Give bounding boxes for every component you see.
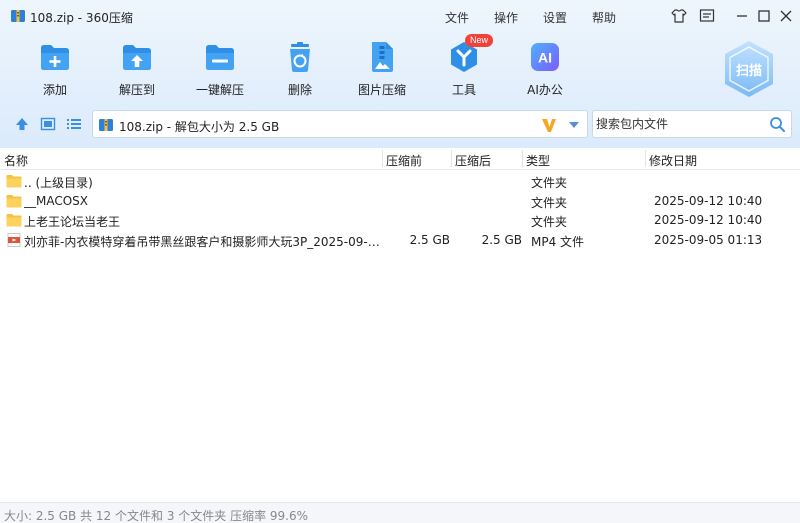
address-path: 108.zip - 解包大小为 2.5 GB bbox=[119, 120, 280, 134]
column-name[interactable]: 名称 bbox=[4, 152, 28, 169]
column-divider[interactable] bbox=[645, 150, 646, 167]
folder-icon bbox=[6, 213, 22, 227]
dropdown-arrow-icon[interactable] bbox=[569, 122, 579, 128]
archive-icon bbox=[98, 117, 114, 133]
file-list-header: 名称 压缩前 压缩后 类型 修改日期 bbox=[0, 148, 800, 170]
delete-icon bbox=[283, 40, 317, 74]
add-label: 添加 bbox=[42, 83, 67, 97]
extract-to-label: 解压到 bbox=[118, 83, 155, 97]
file-name: __MACOSX bbox=[24, 194, 89, 208]
folder-icon bbox=[6, 194, 22, 208]
feedback-icon[interactable] bbox=[698, 7, 716, 25]
folder-icon bbox=[6, 174, 22, 188]
column-packed[interactable]: 压缩后 bbox=[455, 152, 491, 169]
ai-icon-text: AI bbox=[538, 50, 552, 66]
delete-button[interactable]: 删除 bbox=[265, 40, 335, 100]
status-bar: 大小: 2.5 GB 共 12 个文件和 3 个文件夹 压缩率 99.6% bbox=[0, 502, 800, 523]
v-logo-icon[interactable] bbox=[540, 116, 558, 134]
ai-office-label: AI办公 bbox=[527, 83, 563, 97]
column-divider[interactable] bbox=[382, 150, 383, 167]
menu-settings[interactable]: 设置 bbox=[543, 9, 567, 26]
image-compress-button[interactable]: 图片压缩 bbox=[347, 40, 417, 100]
one-click-extract-button[interactable]: 一键解压 bbox=[185, 40, 255, 100]
ai-office-icon: AI bbox=[528, 40, 562, 74]
file-type: 文件夹 bbox=[531, 215, 568, 229]
delete-label: 删除 bbox=[287, 83, 312, 97]
search-icon[interactable] bbox=[769, 116, 786, 133]
skin-icon[interactable] bbox=[670, 7, 688, 25]
extract-to-icon bbox=[120, 40, 154, 74]
image-compress-icon bbox=[365, 40, 399, 74]
new-badge: New bbox=[465, 34, 494, 47]
menu-help[interactable]: 帮助 bbox=[592, 9, 616, 26]
column-size[interactable]: 压缩前 bbox=[386, 152, 422, 169]
file-row[interactable]: 上老王论坛当老王 文件夹 2025-09-12 10:40 bbox=[0, 210, 800, 230]
one-click-extract-icon bbox=[203, 40, 237, 74]
tools-button[interactable]: New 工具 bbox=[429, 34, 499, 100]
search-input[interactable] bbox=[596, 115, 762, 133]
file-name: 刘亦菲-内衣模特穿着吊带黑丝跟客户和摄影师大玩3P_2025-09-05_0..… bbox=[24, 235, 384, 249]
tools-label: 工具 bbox=[451, 83, 476, 97]
file-row[interactable]: .. (上级目录) 文件夹 bbox=[0, 171, 800, 191]
up-level-icon[interactable] bbox=[14, 116, 30, 132]
close-icon[interactable] bbox=[777, 7, 795, 25]
column-divider[interactable] bbox=[451, 150, 452, 167]
menu-operation[interactable]: 操作 bbox=[494, 9, 518, 26]
status-text: 大小: 2.5 GB 共 12 个文件和 3 个文件夹 压缩率 99.6% bbox=[4, 509, 309, 523]
column-date[interactable]: 修改日期 bbox=[649, 152, 697, 169]
ai-office-button[interactable]: AI AI办公 bbox=[510, 40, 580, 100]
thumbnail-view-icon[interactable] bbox=[40, 116, 56, 132]
file-row[interactable]: __MACOSX 文件夹 2025-09-12 10:40 bbox=[0, 191, 800, 211]
maximize-icon[interactable] bbox=[755, 7, 773, 25]
column-divider[interactable] bbox=[522, 150, 523, 167]
menu-file[interactable]: 文件 bbox=[445, 9, 469, 26]
tools-icon: New bbox=[447, 34, 494, 74]
add-icon bbox=[38, 40, 72, 74]
file-type: 文件夹 bbox=[531, 176, 568, 190]
search-box bbox=[592, 110, 792, 138]
column-type[interactable]: 类型 bbox=[526, 152, 550, 169]
extract-to-button[interactable]: 解压到 bbox=[102, 40, 172, 100]
image-compress-label: 图片压缩 bbox=[357, 83, 406, 97]
file-type: 文件夹 bbox=[531, 196, 568, 210]
list-view-icon[interactable] bbox=[66, 116, 82, 132]
app-icon bbox=[10, 8, 26, 24]
file-name: 上老王论坛当老王 bbox=[24, 215, 121, 229]
scan-button[interactable]: 扫描 bbox=[718, 38, 780, 100]
top-panel: 108.zip - 360压缩 文件 操作 设置 帮助 添加 解压到 一键解压 … bbox=[0, 0, 800, 148]
file-date: 2025-09-12 10:40 bbox=[654, 213, 763, 227]
scan-label: 扫描 bbox=[735, 64, 762, 79]
file-type: MP4 文件 bbox=[531, 235, 585, 249]
file-date: 2025-09-05 01:13 bbox=[654, 233, 763, 247]
one-click-extract-label: 一键解压 bbox=[195, 83, 244, 97]
file-date: 2025-09-12 10:40 bbox=[654, 194, 763, 208]
add-button[interactable]: 添加 bbox=[20, 40, 90, 100]
minimize-icon[interactable] bbox=[733, 7, 751, 25]
file-name: .. (上级目录) bbox=[24, 176, 93, 190]
address-bar[interactable]: 108.zip - 解包大小为 2.5 GB bbox=[92, 110, 588, 138]
title-bar: 108.zip - 360压缩 文件 操作 设置 帮助 bbox=[0, 0, 800, 32]
file-size: 2.5 GB bbox=[409, 233, 450, 247]
video-file-icon bbox=[6, 233, 22, 247]
window-title: 108.zip - 360压缩 bbox=[30, 11, 133, 25]
file-packed-size: 2.5 GB bbox=[481, 233, 522, 247]
file-row[interactable]: 刘亦菲-内衣模特穿着吊带黑丝跟客户和摄影师大玩3P_2025-09-05_0..… bbox=[0, 230, 800, 250]
